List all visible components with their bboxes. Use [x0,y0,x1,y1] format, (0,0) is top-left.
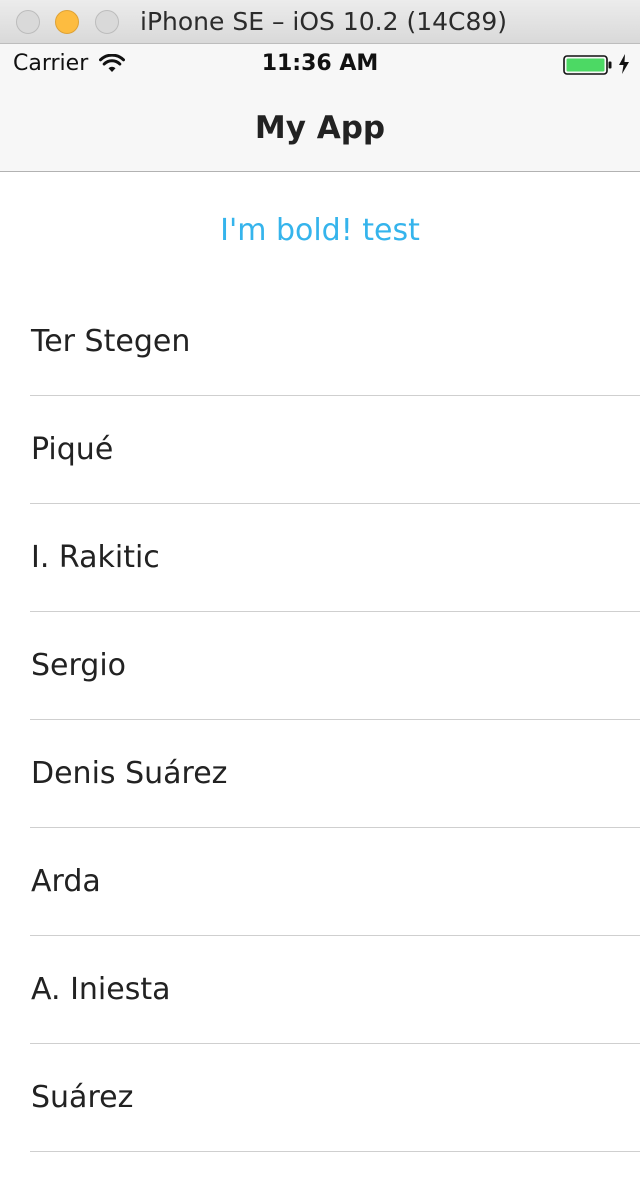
player-name: Denis Suárez [31,756,228,791]
player-name: Arda [31,864,101,899]
player-name: I. Rakitic [31,540,160,575]
navigation-bar: My App [0,84,640,172]
main-content: I'm bold! test Ter Stegen Piqué I. Rakitic… [0,173,640,1180]
player-name: Ter Stegen [31,324,191,359]
player-name: Piqué [31,432,114,467]
list-item[interactable]: Denis Suárez [0,720,640,828]
window-title-bar: iPhone SE – iOS 10.2 (14C89) [0,0,640,44]
list-item[interactable]: I. Rakitic [0,504,640,612]
list-item[interactable]: Ter Stegen [0,288,640,396]
simulator-window: iPhone SE – iOS 10.2 (14C89) Carrier 11:… [0,0,640,1180]
list-item[interactable]: Sergio [0,612,640,720]
charging-bolt-icon [619,54,629,74]
player-name: A. Iniesta [31,972,171,1007]
list-item[interactable]: Suárez [0,1044,640,1152]
player-name: Suárez [31,1080,134,1115]
battery-icon [563,55,612,75]
player-name: Sergio [31,648,127,683]
status-time: 11:36 AM [261,51,379,76]
nav-title: My App [254,110,386,146]
window-title: iPhone SE – iOS 10.2 (14C89) [140,7,508,36]
list-item[interactable]: Piqué [0,396,640,504]
row-separator [30,1151,640,1152]
list-item[interactable]: Arda [0,828,640,936]
zoom-window-button[interactable] [95,10,119,34]
player-list: Ter Stegen Piqué I. Rakitic Sergio Denis Suá… [0,288,640,1152]
status-bar: Carrier 11:36 AM [0,44,640,84]
list-item[interactable]: A. Iniesta [0,936,640,1044]
bold-text-label: I'm bold! test [220,213,420,248]
close-window-button[interactable] [16,10,40,34]
minimize-window-button[interactable] [55,10,79,34]
